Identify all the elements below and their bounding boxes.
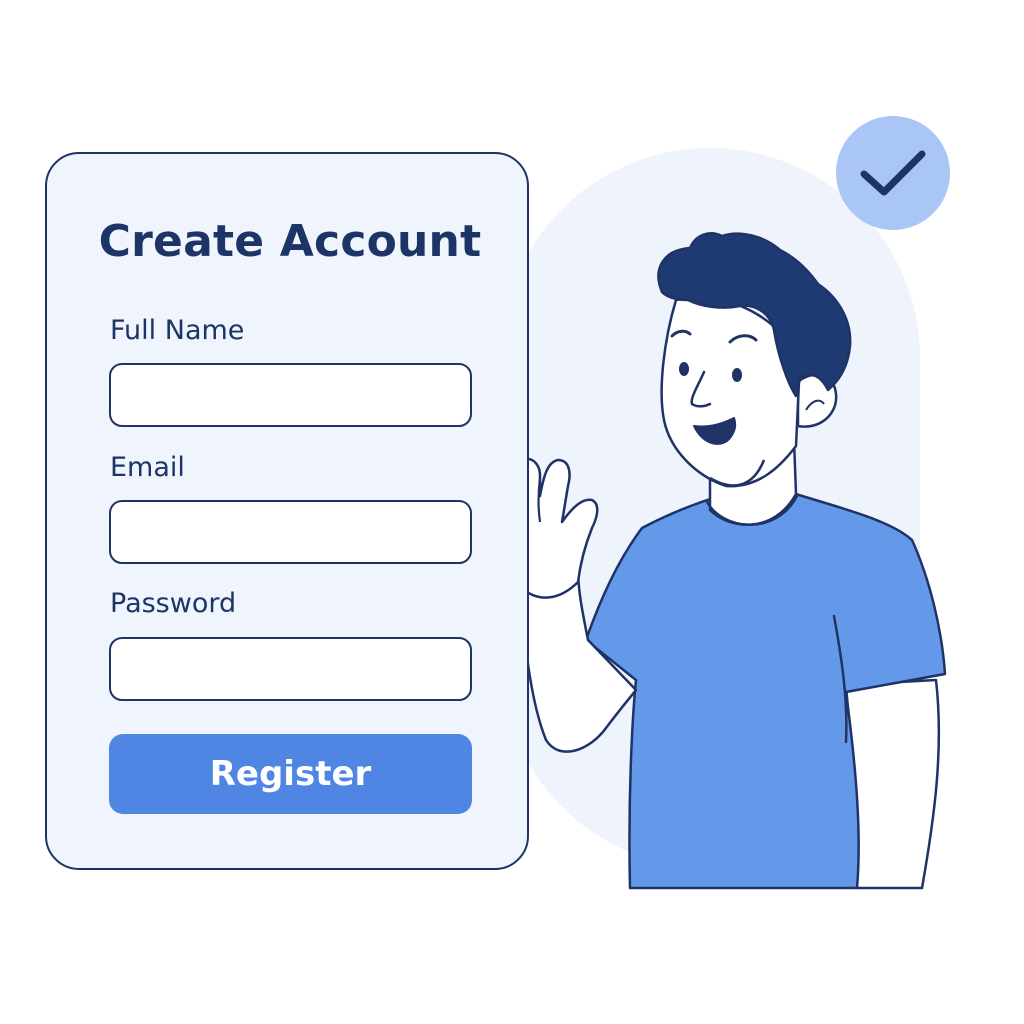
person-right-arm [844, 678, 941, 890]
person-eye-left [679, 362, 689, 376]
email-input[interactable] [109, 500, 472, 564]
email-label: Email [110, 452, 185, 483]
full-name-label: Full Name [110, 315, 245, 346]
register-button[interactable]: Register [109, 734, 472, 814]
password-label: Password [110, 588, 237, 619]
password-input[interactable] [109, 637, 472, 701]
form-title: Create Account [98, 216, 482, 267]
full-name-input[interactable] [109, 363, 472, 427]
person-eye-right [732, 368, 742, 382]
